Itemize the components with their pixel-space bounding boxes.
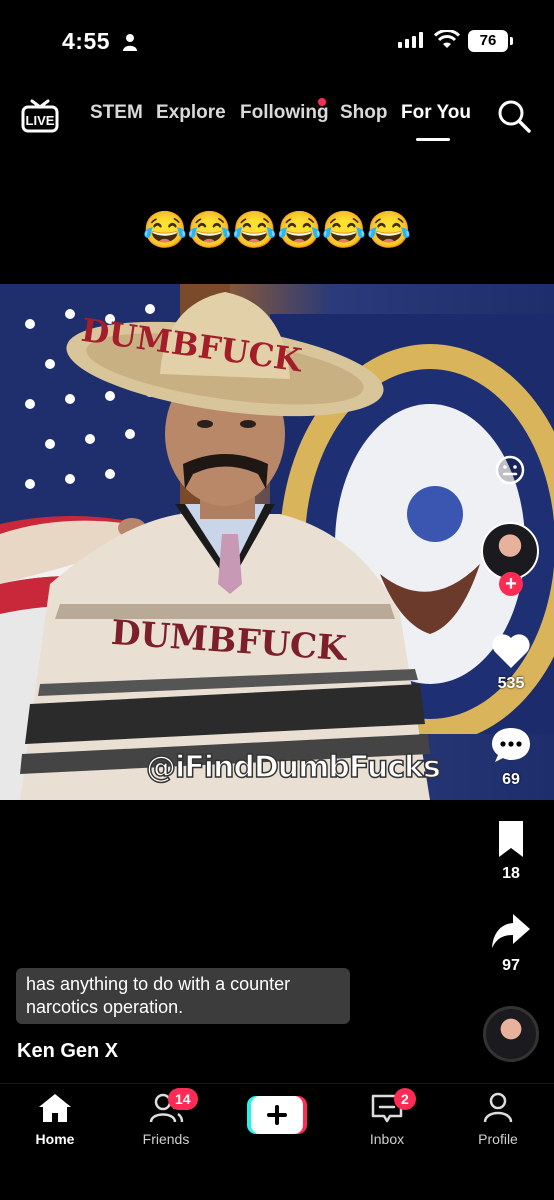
heart-icon[interactable]: [489, 630, 533, 670]
tab-shop[interactable]: Shop: [340, 102, 388, 124]
tab-following[interactable]: Following: [240, 102, 329, 124]
share-icon[interactable]: [489, 910, 533, 952]
nav-inbox[interactable]: Inbox: [342, 1092, 432, 1147]
music-disc-avatar[interactable]: [483, 1006, 539, 1062]
share-action[interactable]: 97: [481, 910, 541, 975]
profile-icon: [483, 1092, 513, 1123]
share-count: 97: [502, 957, 520, 974]
search-icon[interactable]: [496, 98, 532, 134]
video-subtitle: has anything to do with a counter narcot…: [16, 968, 350, 1024]
bookmark-icon[interactable]: [489, 818, 533, 860]
like-count: 535: [497, 675, 525, 692]
author-name[interactable]: Ken Gen X: [17, 1040, 118, 1063]
person-icon: [123, 34, 137, 51]
save-action[interactable]: 18: [481, 818, 541, 883]
inbox-badge: 2: [394, 1088, 416, 1110]
friends-badge: 14: [168, 1088, 198, 1110]
home-icon: [39, 1094, 71, 1122]
nav-home-label: Home: [35, 1131, 75, 1147]
save-count: 18: [502, 865, 520, 882]
caption-emojis: 😂😂😂😂😂😂: [142, 209, 412, 250]
nav-inbox-label: Inbox: [369, 1131, 405, 1147]
following-notification-dot: [318, 98, 326, 106]
wifi-icon: [434, 30, 460, 48]
tab-for-you[interactable]: For You: [401, 102, 471, 124]
create-button[interactable]: [247, 1096, 307, 1134]
live-label: LIVE: [26, 113, 55, 128]
tab-explore[interactable]: Explore: [156, 102, 226, 124]
nav-friends-label: Friends: [142, 1131, 190, 1147]
like-action[interactable]: 535: [481, 630, 541, 693]
video-watermark: @iFindDumbFucks: [145, 749, 441, 786]
battery-indicator: 76: [468, 30, 513, 52]
live-icon[interactable]: LIVE: [20, 97, 60, 133]
nav-profile[interactable]: Profile: [453, 1092, 543, 1147]
nav-home[interactable]: Home: [10, 1092, 100, 1147]
person-in-sombrero: DUMBFUCK DUMBFUCK: [0, 292, 430, 800]
top-nav: LIVE STEM Explore Following Shop For You: [0, 92, 554, 142]
comment-count: 69: [502, 771, 520, 788]
nav-profile-label: Profile: [478, 1131, 518, 1147]
status-time: 4:55: [62, 28, 111, 54]
comment-action[interactable]: 69: [481, 724, 541, 789]
status-bar: 4:55 76: [0, 0, 554, 80]
text-overlay-icon[interactable]: [494, 454, 526, 486]
video-frame[interactable]: DUMBFUCK DUMBFUCK @iFindDumbFucks: [0, 284, 554, 800]
bottom-nav: Home Friends 14 Inbox 2 Profile: [0, 1083, 554, 1200]
tab-stem[interactable]: STEM: [90, 102, 143, 124]
active-tab-indicator: [416, 138, 450, 141]
follow-button[interactable]: +: [499, 572, 523, 596]
comment-icon[interactable]: [489, 724, 533, 766]
signal-icon: [398, 32, 423, 48]
